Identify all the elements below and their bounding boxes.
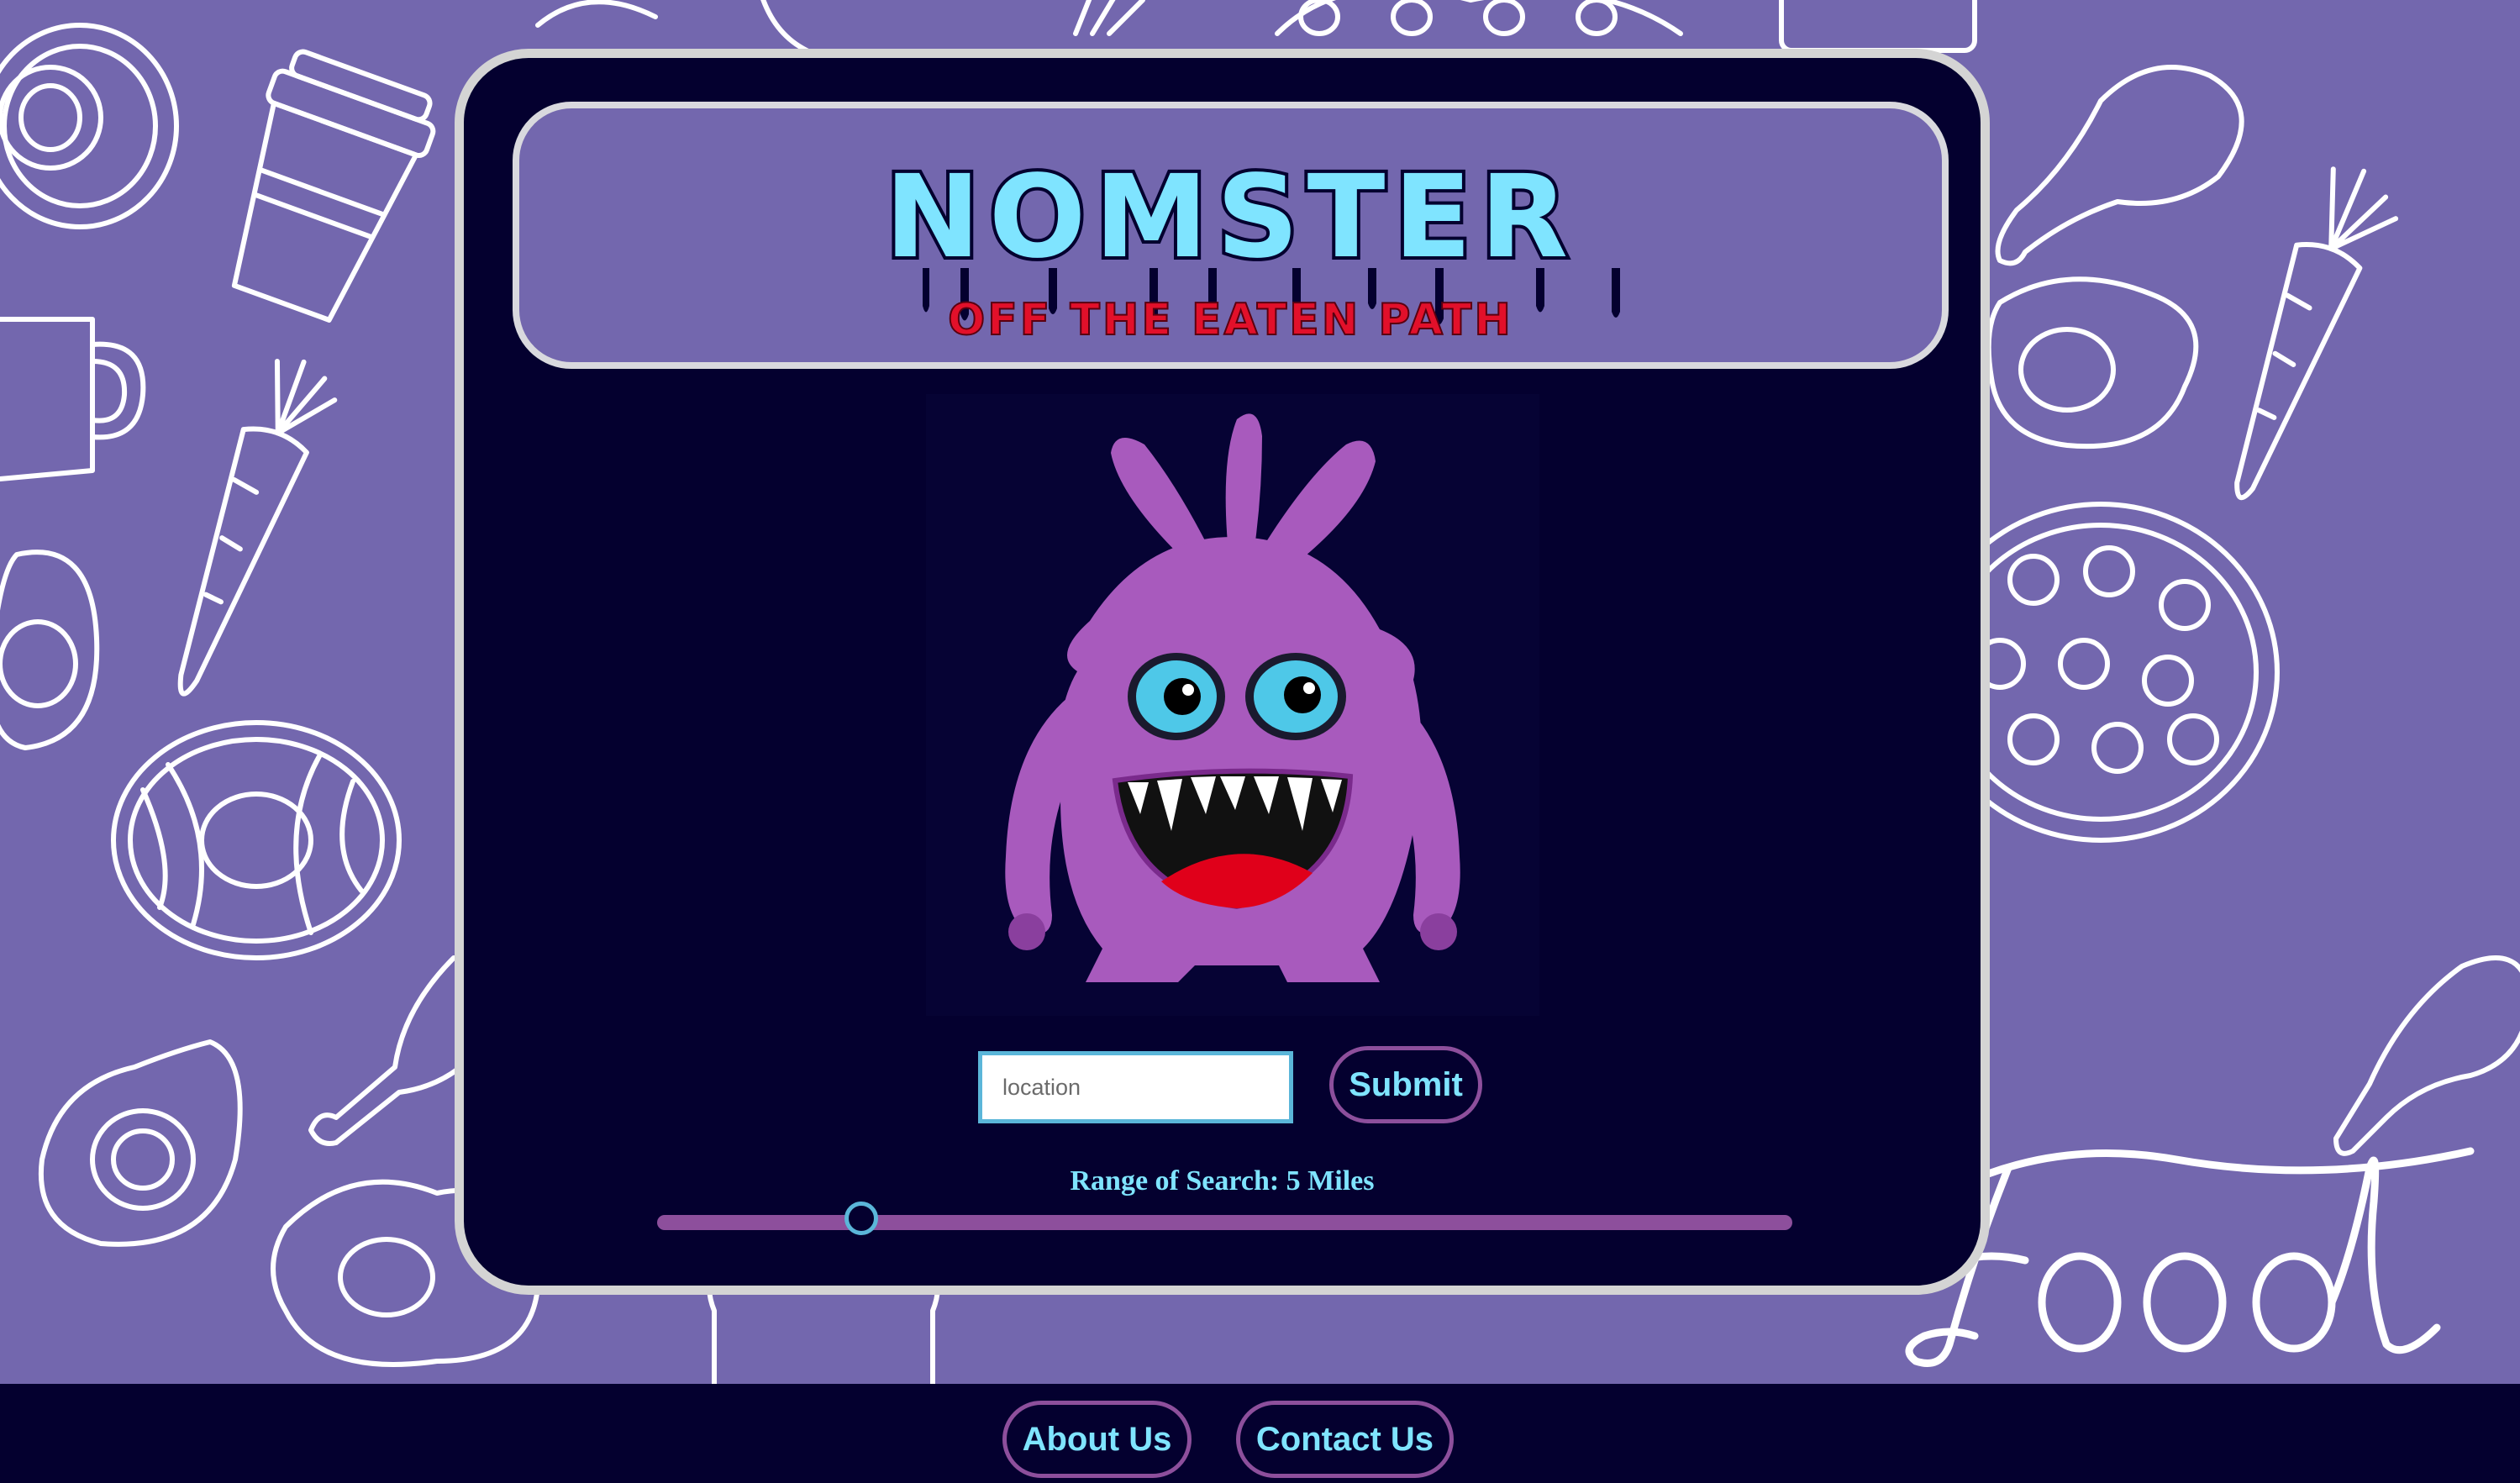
donut-icon <box>111 720 402 960</box>
carrot-icon <box>2234 166 2399 501</box>
fried-egg-icon <box>1986 276 2199 450</box>
location-input[interactable] <box>978 1051 1293 1123</box>
main-card: NOMSTER OFF THE EATEN PATH location Subm… <box>455 49 1990 1295</box>
logo-title: NOMSTER <box>881 151 1577 284</box>
avocado-icon <box>38 1039 243 1247</box>
logo-tagline: OFF THE EATEN PATH <box>947 295 1513 345</box>
contact-us-button[interactable]: Contact Us <box>1236 1401 1454 1478</box>
avocado-icon <box>0 550 100 750</box>
range-slider-thumb[interactable] <box>844 1202 879 1235</box>
mug-icon <box>0 317 146 481</box>
range-slider[interactable] <box>657 1202 1792 1235</box>
food-doodle-top <box>535 0 1977 53</box>
donut-icon <box>0 23 179 229</box>
range-label: Range of Search: 5 Miles <box>1070 1165 1375 1196</box>
coffee-cup-icon <box>231 49 436 323</box>
carrot-icon <box>177 358 338 697</box>
about-us-button[interactable]: About Us <box>1002 1401 1192 1478</box>
header-banner: NOMSTER OFF THE EATEN PATH <box>513 102 1949 369</box>
submit-button[interactable]: Submit <box>1329 1046 1482 1123</box>
purple-monster-icon <box>926 394 1539 1016</box>
chicken-leg-icon <box>1995 65 2244 266</box>
footer-bar: About Us Contact Us <box>0 1384 2520 1483</box>
